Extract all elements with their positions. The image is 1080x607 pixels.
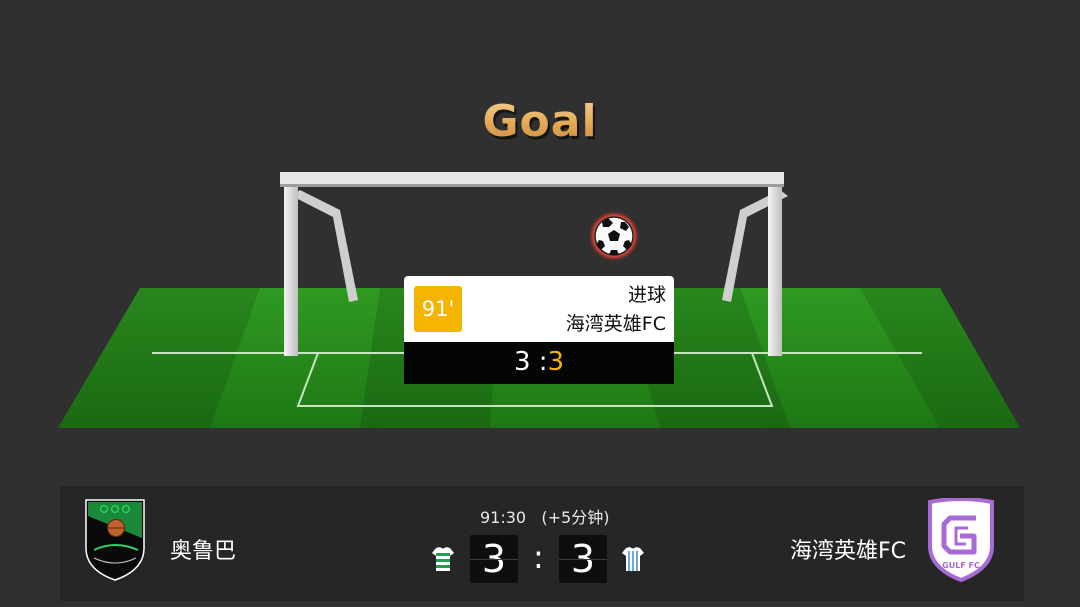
goal-animation-stage: Goal Goal 91' 进球 海湾英雄FC 3 :3 奥鲁巴 91:30 (…	[0, 0, 1080, 607]
added-time: (+5分钟)	[541, 508, 610, 527]
home-team-name: 奥鲁巴	[170, 539, 237, 564]
match-time: 91:30	[480, 508, 527, 527]
goal-title: Goal	[0, 96, 1080, 147]
away-score: 3	[559, 535, 607, 583]
football-icon	[589, 211, 639, 261]
home-score: 3	[470, 535, 518, 583]
event-score-away: 3	[547, 347, 565, 377]
home-jersey-icon	[432, 547, 454, 571]
home-team-logo	[85, 499, 145, 581]
svg-text:GULF FC: GULF FC	[942, 561, 980, 570]
away-team-logo: GULF FC	[928, 498, 994, 582]
scoreboard-bar: 奥鲁巴 91:30 (+5分钟) 3 : 3 海湾英雄FC GULF FC	[60, 486, 1024, 601]
score-separator: :	[533, 538, 544, 576]
goal-event-card: 91' 进球 海湾英雄FC	[404, 276, 674, 342]
event-team-label: 海湾英雄FC	[565, 313, 666, 335]
away-jersey-icon	[622, 547, 644, 571]
event-score-strip: 3 :3	[404, 342, 674, 384]
event-score-home: 3	[513, 347, 531, 377]
event-type-label: 进球	[627, 284, 666, 306]
match-clock: 91:30 (+5分钟)	[480, 504, 710, 528]
away-team-name: 海湾英雄FC	[789, 539, 906, 564]
event-score-separator: :	[530, 347, 548, 377]
event-minute-badge: 91'	[414, 286, 462, 332]
